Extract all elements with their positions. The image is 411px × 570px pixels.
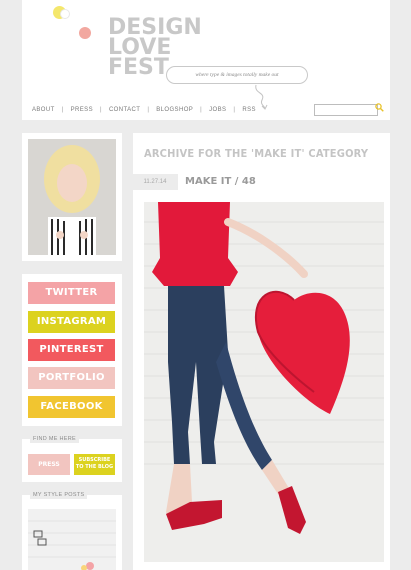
style-posts-card: MY STYLE POSTS [22,491,122,570]
instagram-button[interactable]: INSTAGRAM [28,311,115,333]
profile-card [22,133,122,261]
pinterest-button[interactable]: PINTEREST [28,339,115,361]
nav-rss[interactable]: RSS [242,107,256,113]
facebook-button[interactable]: FACEBOOK [28,396,115,418]
nav-separator: | [61,107,64,113]
social-card: TWITTER INSTAGRAM PINTEREST PORTFOLIO FA… [22,274,122,426]
style-post-thumbnail[interactable] [28,509,116,570]
nav-separator: | [147,107,150,113]
search-input[interactable] [314,104,378,116]
nav-contact[interactable]: CONTACT [109,107,140,113]
subscribe-button[interactable]: SUBSCRIBE TO THE BLOG [74,454,115,475]
twitter-button[interactable]: TWITTER [28,282,115,304]
nav-separator: | [200,107,203,113]
find-me-card: FIND ME HERE PRESS SUBSCRIBE TO THE BLOG [22,435,122,482]
site-header: DESIGN LOVE FEST where type & images tot… [22,0,390,120]
logo-dot-white [60,9,70,19]
archive-title: ARCHIVE FOR THE 'MAKE IT' CATEGORY [144,147,369,160]
featured-photo-illustration [144,202,384,562]
nav-separator: | [233,107,236,113]
nav-press[interactable]: PRESS [71,107,93,113]
style-posts-label: MY STYLE POSTS [30,491,88,499]
press-button[interactable]: PRESS [28,454,70,475]
post-featured-image[interactable] [144,202,384,562]
profile-photo [28,139,116,255]
nav-about[interactable]: ABOUT [32,107,55,113]
nav-blogshop[interactable]: BLOGSHOP [156,107,193,113]
find-me-label: FIND ME HERE [30,435,80,443]
portrait-illustration [28,139,116,255]
site-tagline: where type & images totally make out [166,66,308,84]
nav-jobs[interactable]: JOBS [209,107,226,113]
main-nav: ABOUT | PRESS | CONTACT | BLOGSHOP | JOB… [32,107,256,113]
post-date: 11.27.14 [132,174,178,190]
portfolio-button[interactable]: PORTFOLIO [28,367,115,389]
logo-dot-pink [79,27,91,39]
search-icon[interactable] [375,103,384,112]
nav-separator: | [99,107,102,113]
post-title[interactable]: MAKE IT / 48 [185,176,256,187]
thumbnail-illustration [28,509,116,570]
